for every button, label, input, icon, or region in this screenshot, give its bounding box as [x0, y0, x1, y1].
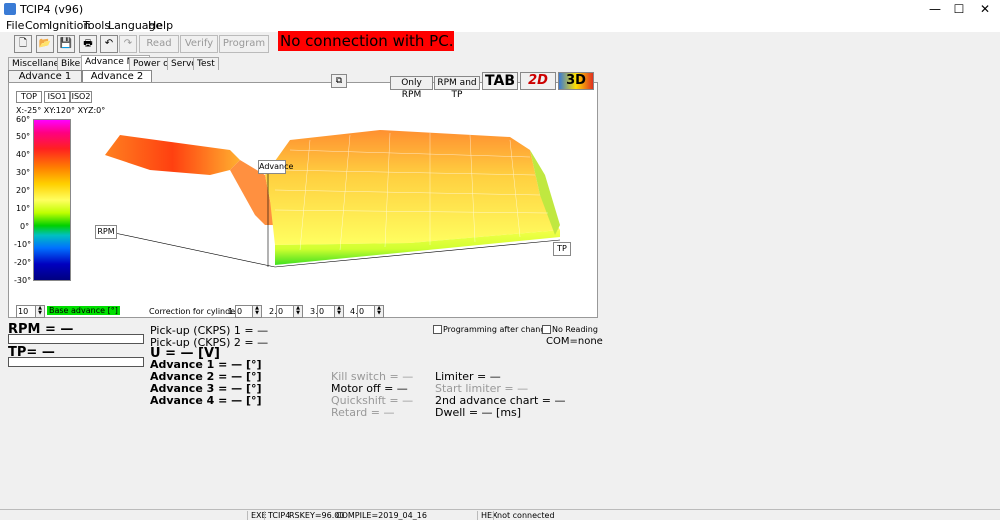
menu-file[interactable]: File [6, 19, 24, 32]
base-advance-label: Base advance [°] [47, 306, 120, 315]
dwell-readout: Dwell = — [ms] [435, 406, 522, 419]
rpm-bar [8, 334, 144, 344]
spinner-arrows-icon[interactable]: ▲ ▼ [334, 305, 344, 318]
read-button[interactable]: Read [139, 35, 179, 53]
only-rpm-button[interactable]: Only RPM [390, 76, 433, 100]
advance-4-readout: Advance 4 = — [°] [150, 394, 262, 407]
connection-banner: No connection with PC... [278, 31, 454, 51]
print-icon[interactable]: 🖶 [79, 35, 97, 53]
3d-view-button[interactable]: 3D [558, 72, 594, 90]
open-folder-icon[interactable]: 📂 [36, 35, 54, 53]
axis-label-rpm: RPM [95, 225, 117, 239]
scale-label: 30° [16, 168, 31, 177]
axis-label-tp: TP [553, 242, 571, 256]
close-button[interactable]: ✕ [972, 0, 998, 18]
scale-label: 40° [16, 150, 31, 159]
redo-icon[interactable]: ↷ [119, 35, 137, 53]
spinner-arrows-icon[interactable]: ▲ ▼ [35, 305, 45, 318]
advance-step-input[interactable]: 10 [16, 305, 37, 318]
copy-icon[interactable]: ⧉ [331, 74, 347, 88]
title-bar: TCIP4 (v96) — ☐ ✕ [0, 0, 1000, 18]
tab-test[interactable]: Test [193, 57, 219, 70]
minimize-button[interactable]: — [922, 0, 948, 18]
programming-after-change-checkbox[interactable] [433, 325, 442, 334]
window-title: TCIP4 (v96) [20, 3, 84, 16]
undo-icon[interactable]: ↶ [100, 35, 118, 53]
rotation-readout: X:-25° XY:120° XYZ:0° [16, 106, 106, 115]
tab-view-iso1[interactable]: ISO1 [44, 91, 70, 103]
menu-com[interactable]: Com [25, 19, 50, 32]
new-file-icon[interactable]: 🗋 [14, 35, 32, 53]
save-icon[interactable]: 💾 [57, 35, 75, 53]
scale-label: -20° [14, 258, 32, 267]
scale-label: 20° [16, 186, 31, 195]
maximize-button[interactable]: ☐ [946, 0, 972, 18]
scale-label: 60° [16, 115, 31, 124]
scale-label: 0° [20, 222, 30, 231]
axis-label-advance: Advance [258, 160, 293, 174]
scale-label: -30° [14, 276, 32, 285]
programming-after-change-label: Programming after change [443, 325, 551, 334]
tab-view-top[interactable]: TOP [16, 91, 42, 103]
2d-view-button[interactable]: 2D [520, 72, 556, 90]
menu-bar: File Com Ignition Tools Language Help [0, 18, 1000, 32]
menu-tools[interactable]: Tools [83, 19, 110, 32]
app-icon [4, 3, 16, 15]
rpm-tp-button[interactable]: RPM and TP [434, 76, 480, 100]
scale-label: 10° [16, 204, 31, 213]
verify-button[interactable]: Verify [180, 35, 218, 53]
spinner-arrows-icon[interactable]: ▲ ▼ [293, 305, 303, 318]
menu-help[interactable]: Help [148, 19, 173, 32]
tab-view-iso2[interactable]: ISO2 [70, 91, 92, 103]
color-scale [33, 119, 71, 281]
no-reading-checkbox[interactable] [542, 325, 551, 334]
spinner-arrows-icon[interactable]: ▲ ▼ [252, 305, 262, 318]
com-status: COM=none [546, 336, 603, 347]
program-button[interactable]: Program [219, 35, 269, 53]
scale-label: 50° [16, 132, 31, 141]
spinner-arrows-icon[interactable]: ▲ ▼ [374, 305, 384, 318]
status-bar: EXE TCIP4 RSKEY=96.00 COMPILE=2019_04_16… [0, 509, 1000, 520]
scale-label: -10° [14, 240, 32, 249]
tab-view-button[interactable]: TAB [482, 72, 518, 90]
retard-readout: Retard = — [331, 406, 395, 419]
no-reading-label: No Reading [552, 325, 598, 334]
tp-bar [8, 357, 144, 367]
advance-3d-surface[interactable] [90, 115, 580, 275]
